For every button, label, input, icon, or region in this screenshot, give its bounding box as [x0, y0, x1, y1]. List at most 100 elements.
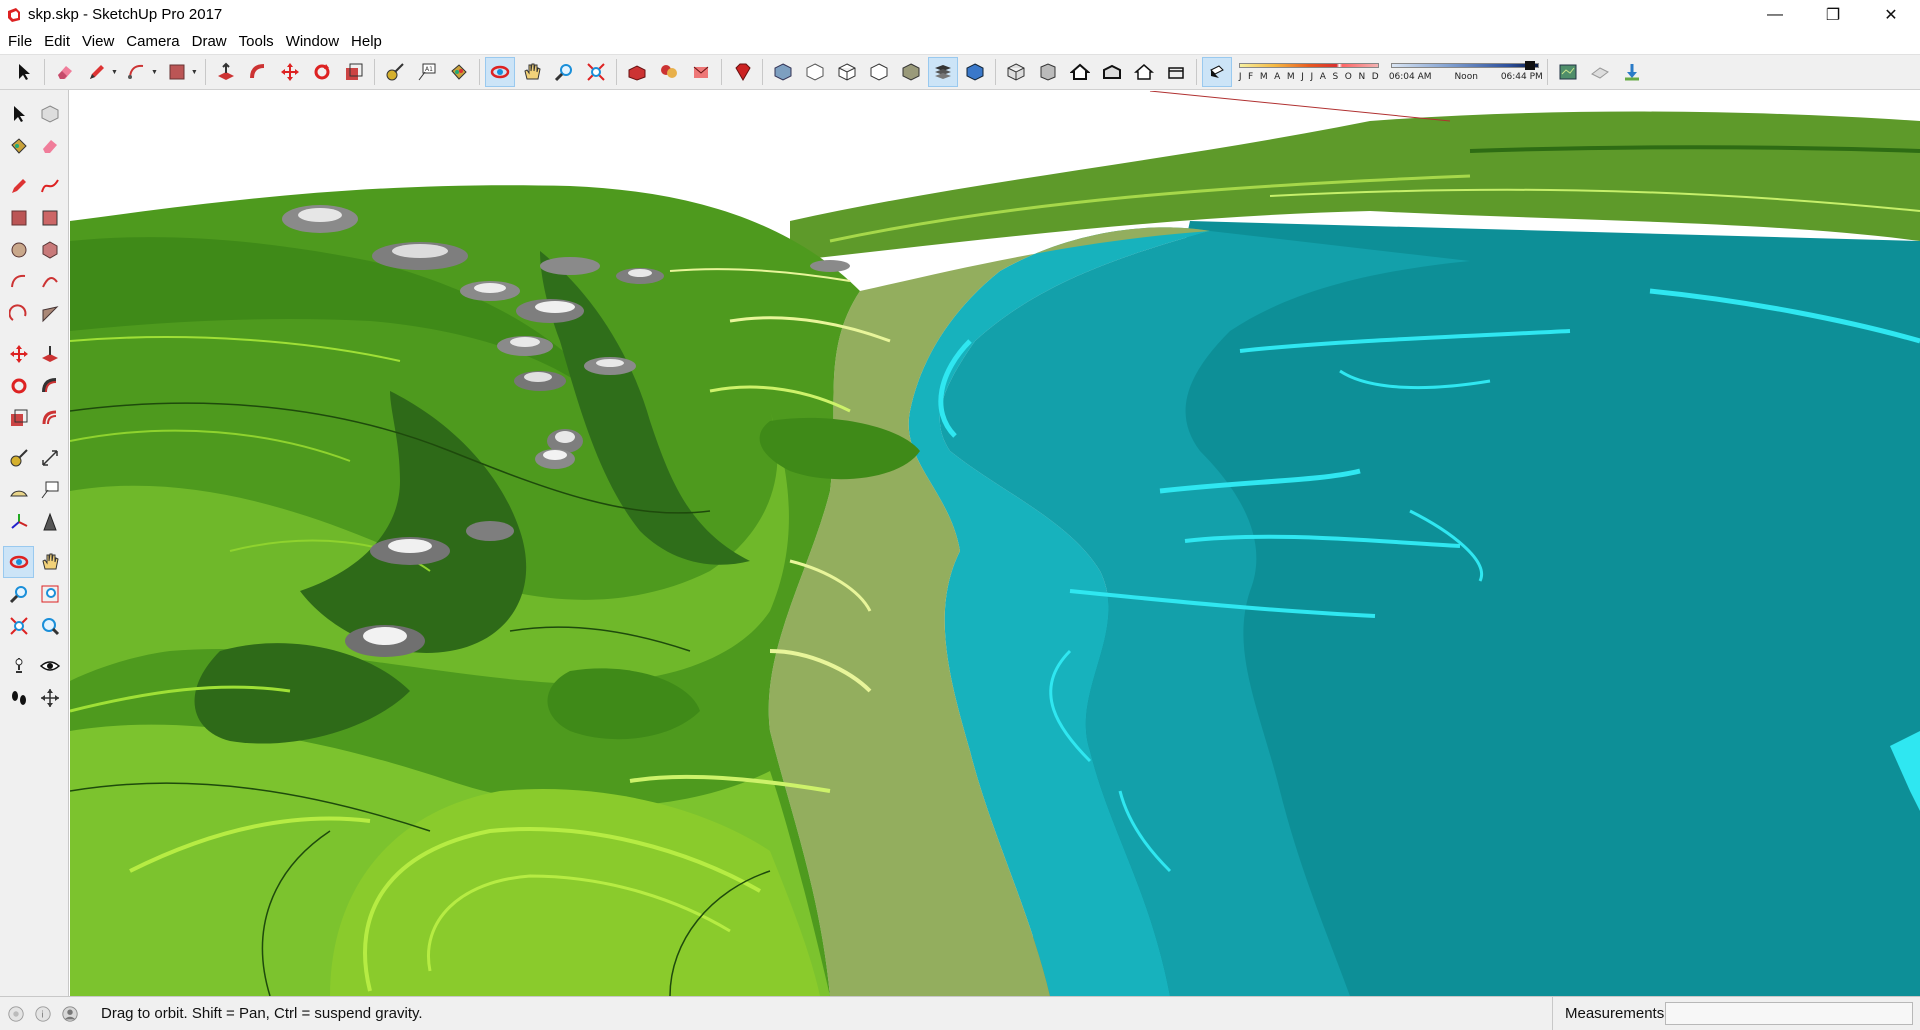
- look-around-button[interactable]: [34, 650, 65, 682]
- close-button[interactable]: ✕: [1862, 0, 1920, 29]
- 3d-warehouse-button[interactable]: [622, 57, 652, 87]
- left-view-button[interactable]: [1161, 57, 1191, 87]
- import-geo-button[interactable]: [1617, 57, 1647, 87]
- pie-button[interactable]: [34, 298, 65, 330]
- dimension-button[interactable]: [34, 442, 65, 474]
- walk-button[interactable]: [3, 682, 34, 714]
- zoom-extents-button[interactable]: [3, 610, 34, 642]
- menu-window[interactable]: Window: [280, 29, 345, 54]
- move-tool-button[interactable]: [275, 57, 305, 87]
- text-tool-button[interactable]: A1: [412, 57, 442, 87]
- make-component-button[interactable]: [34, 98, 65, 130]
- extension-warehouse-button[interactable]: [727, 57, 757, 87]
- menu-draw[interactable]: Draw: [186, 29, 233, 54]
- minimize-button[interactable]: —: [1746, 0, 1804, 29]
- tape-measure-button[interactable]: [3, 442, 34, 474]
- iso-view-button[interactable]: [1001, 57, 1031, 87]
- axes-button[interactable]: [3, 506, 34, 538]
- add-location-button[interactable]: [1553, 57, 1583, 87]
- arc-dropdown-icon[interactable]: ▼: [151, 69, 158, 76]
- select-tool-button[interactable]: [9, 57, 39, 87]
- two-point-arc-button[interactable]: [34, 266, 65, 298]
- follow-me-tool-button[interactable]: [243, 57, 273, 87]
- polygon-button[interactable]: [34, 234, 65, 266]
- back-view-button[interactable]: [1129, 57, 1159, 87]
- arc-tool-button[interactable]: [122, 57, 152, 87]
- rectangle-tool-button[interactable]: [162, 57, 192, 87]
- pencil-dropdown-icon[interactable]: ▼: [111, 69, 118, 76]
- tape-measure-tool-button[interactable]: [380, 57, 410, 87]
- back-edges-style-button[interactable]: [960, 57, 990, 87]
- measurements-input[interactable]: [1665, 1002, 1913, 1025]
- shaded-style-button[interactable]: [864, 57, 894, 87]
- wireframe-style-button[interactable]: [800, 57, 830, 87]
- zoom-window-button[interactable]: [34, 578, 65, 610]
- rectangle-dropdown-icon[interactable]: ▼: [191, 69, 198, 76]
- position-camera-button[interactable]: [3, 650, 34, 682]
- menu-tools[interactable]: Tools: [233, 29, 280, 54]
- xray-style-button[interactable]: [768, 57, 798, 87]
- rotated-rectangle-button[interactable]: [34, 202, 65, 234]
- circle-button[interactable]: [3, 234, 34, 266]
- user-account-icon[interactable]: [59, 1003, 81, 1025]
- shadow-time-slider[interactable]: 06:04 AM Noon 06:44 PM: [1389, 59, 1543, 85]
- scale-tool-button[interactable]: [339, 57, 369, 87]
- geo-location-icon[interactable]: [5, 1003, 27, 1025]
- previous-view-button[interactable]: [34, 610, 65, 642]
- push-pull-tool-button[interactable]: [211, 57, 241, 87]
- zoom-extents-tool-button[interactable]: [581, 57, 611, 87]
- rectangle-button[interactable]: [3, 202, 34, 234]
- paint-bucket-button[interactable]: [3, 130, 34, 162]
- component-cube-icon: [41, 105, 58, 123]
- menu-file[interactable]: File: [2, 29, 38, 54]
- orbit-icon: [490, 65, 510, 79]
- share-model-button[interactable]: [686, 57, 716, 87]
- section-plane-button[interactable]: [34, 682, 65, 714]
- pencil-tool-button[interactable]: [82, 57, 112, 87]
- zoom-button[interactable]: [3, 578, 34, 610]
- protractor-button[interactable]: [3, 474, 34, 506]
- offset-button[interactable]: [34, 402, 65, 434]
- paint-bucket-tool-button[interactable]: [444, 57, 474, 87]
- shaded-textures-style-button[interactable]: [896, 57, 926, 87]
- orbit-tool-button[interactable]: [484, 57, 515, 87]
- front-view-button[interactable]: [1065, 57, 1095, 87]
- restore-button[interactable]: ❐: [1804, 0, 1862, 29]
- orbit-button[interactable]: [3, 546, 34, 578]
- move-button[interactable]: [3, 338, 34, 370]
- right-view-button[interactable]: [1097, 57, 1127, 87]
- pan-tool-button[interactable]: [517, 57, 547, 87]
- monochrome-style-button[interactable]: [927, 57, 958, 87]
- eraser-tool-button[interactable]: [50, 57, 80, 87]
- three-point-arc-button[interactable]: [3, 298, 34, 330]
- eraser-button[interactable]: [34, 130, 65, 162]
- select-button[interactable]: [3, 98, 34, 130]
- freehand-button[interactable]: [34, 170, 65, 202]
- menu-help[interactable]: Help: [345, 29, 388, 54]
- pan-button[interactable]: [34, 546, 65, 578]
- shadow-date-slider[interactable]: J F M A M J J A S O N D: [1237, 59, 1383, 85]
- credits-info-icon[interactable]: i: [32, 1003, 54, 1025]
- components-button[interactable]: [654, 57, 684, 87]
- menu-view[interactable]: View: [76, 29, 120, 54]
- 3d-text-button[interactable]: [34, 506, 65, 538]
- rotate-tool-button[interactable]: [307, 57, 337, 87]
- push-pull-button[interactable]: [34, 338, 65, 370]
- menu-edit[interactable]: Edit: [38, 29, 76, 54]
- text-button[interactable]: [34, 474, 65, 506]
- follow-me-button[interactable]: [34, 370, 65, 402]
- model-viewport[interactable]: [70, 91, 1920, 996]
- terrain-model-drawing[interactable]: [70, 91, 1920, 996]
- zoom-tool-button[interactable]: [549, 57, 579, 87]
- line-button[interactable]: [3, 170, 34, 202]
- toggle-terrain-button[interactable]: [1585, 57, 1615, 87]
- scale-button[interactable]: [3, 402, 34, 434]
- hidden-line-style-button[interactable]: [832, 57, 862, 87]
- menu-camera[interactable]: Camera: [120, 29, 185, 54]
- shadow-time-knob[interactable]: [1524, 61, 1535, 70]
- arc-button[interactable]: [3, 266, 34, 298]
- display-shadows-button[interactable]: [1201, 57, 1232, 87]
- top-view-button[interactable]: [1033, 57, 1063, 87]
- rotate-button[interactable]: [3, 370, 34, 402]
- push-pull-icon: [217, 62, 234, 80]
